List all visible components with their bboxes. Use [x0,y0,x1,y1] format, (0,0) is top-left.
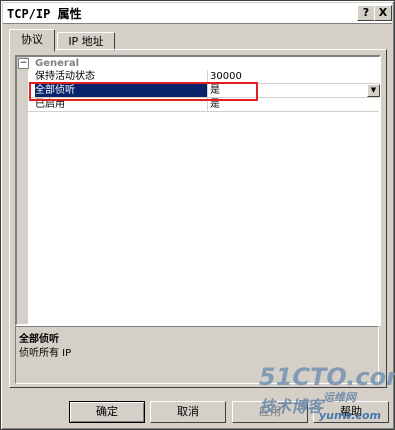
row-divider [28,111,379,112]
watermark-blog: 技术博客 [259,397,324,416]
help-button[interactable]: ? [357,5,375,21]
description-text: 侦听所有 IP [19,348,72,359]
window-title: TCP/IP 属性 [7,7,82,21]
collapse-icon[interactable]: − [18,58,29,69]
watermark-51cto: 51CTO.com [259,363,395,391]
property-grid: − General 保持活动状态 30000 全部侦听 是 ▼ 已启用 是 [15,55,381,326]
grid-gutter [17,57,28,324]
highlight-box [29,82,258,101]
watermark-site: 运维网 [323,391,356,404]
tab-panel: − General 保持活动状态 30000 全部侦听 是 ▼ 已启用 是 全部… [9,49,387,388]
cancel-button[interactable]: 取消 [150,401,226,423]
dropdown-arrow-icon[interactable]: ▼ [367,84,380,97]
tab-ip-address-label: IP 地址 [68,35,104,48]
tab-protocol-label: 协议 [21,33,43,46]
tab-protocol[interactable]: 协议 [9,29,55,52]
description-title: 全部侦听 [19,334,59,345]
dialog-window: TCP/IP 属性 ? X 协议 IP 地址 − General 保持活动状态 … [0,0,395,430]
group-label-general: General [35,58,79,69]
close-button[interactable]: X [374,5,392,21]
title-bar: TCP/IP 属性 ? X [3,3,392,24]
watermark-url: yunw.com [319,409,382,422]
ok-button[interactable]: 确定 [69,401,145,423]
